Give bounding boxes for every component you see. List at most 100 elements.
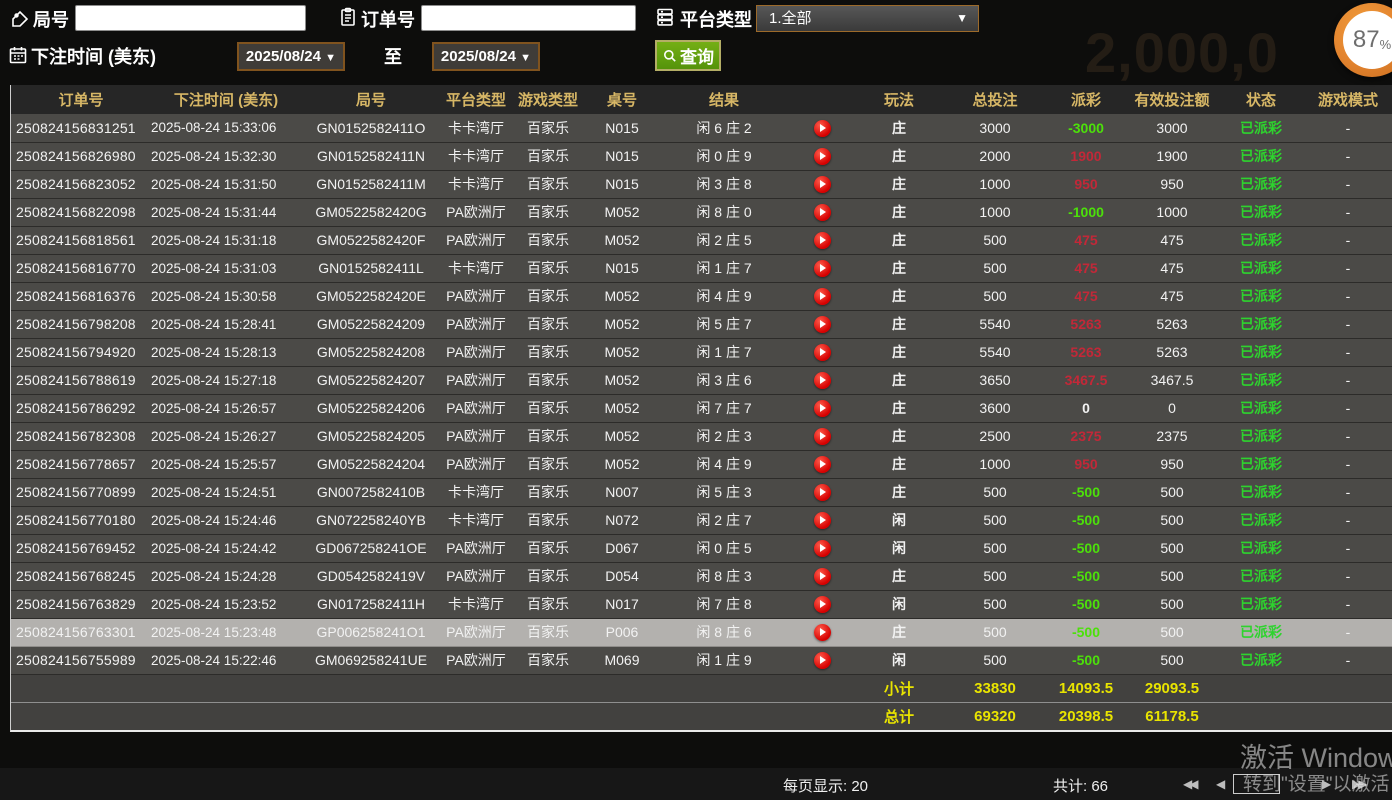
- table-row[interactable]: 250824156798208 2025-08-24 15:28:41 GM05…: [11, 310, 1392, 338]
- date-to-picker[interactable]: 2025/08/24: [432, 42, 540, 71]
- col-header-valid-bet: 有效投注额: [1125, 85, 1219, 114]
- replay-button[interactable]: [814, 232, 831, 249]
- play-icon: [820, 292, 826, 300]
- replay-button[interactable]: [814, 512, 831, 529]
- play-icon: [820, 516, 826, 524]
- play-icon: [820, 152, 826, 160]
- replay-button[interactable]: [814, 176, 831, 193]
- play-icon: [820, 656, 826, 664]
- col-header-table-no: 桌号: [585, 85, 659, 114]
- progress-badge-value: 87%: [1343, 11, 1392, 69]
- play-icon: [820, 376, 826, 384]
- replay-button[interactable]: [814, 624, 831, 641]
- play-icon: [820, 320, 826, 328]
- table-row[interactable]: 250824156782308 2025-08-24 15:26:27 GM05…: [11, 422, 1392, 450]
- table-row[interactable]: 250824156794920 2025-08-24 15:28:13 GM05…: [11, 338, 1392, 366]
- platform-type-label: 平台类型: [680, 6, 752, 32]
- col-header-order: 订单号: [11, 85, 151, 114]
- filter-bar: 局号 订单号 平台类型 1.全部 下注时间 (美东) 2025/08/24 至 …: [0, 0, 1392, 85]
- replay-button[interactable]: [814, 260, 831, 277]
- replay-button[interactable]: [814, 568, 831, 585]
- clipboard-icon: [338, 7, 358, 27]
- table-row[interactable]: 250824156778657 2025-08-24 15:25:57 GM05…: [11, 450, 1392, 478]
- replay-button[interactable]: [814, 204, 831, 221]
- grand-total-valid-bet: 61178.5: [1125, 702, 1219, 730]
- grand-total-payout: 20398.5: [1047, 702, 1125, 730]
- col-header-game-mode: 游戏模式: [1303, 85, 1392, 114]
- col-header-result: 结果: [659, 85, 789, 114]
- col-header-replay: [789, 85, 855, 114]
- replay-button[interactable]: [814, 288, 831, 305]
- replay-button[interactable]: [814, 456, 831, 473]
- prev-page-icon[interactable]: [1216, 777, 1225, 791]
- play-icon: [820, 488, 826, 496]
- platform-type-select[interactable]: 1.全部: [756, 5, 979, 32]
- play-icon: [820, 180, 826, 188]
- replay-button[interactable]: [814, 596, 831, 613]
- replay-button[interactable]: [814, 316, 831, 333]
- play-icon: [820, 208, 826, 216]
- round-label: 局号: [33, 6, 69, 32]
- table-row[interactable]: 250824156770180 2025-08-24 15:24:46 GN07…: [11, 506, 1392, 534]
- table-row[interactable]: 250824156822098 2025-08-24 15:31:44 GM05…: [11, 198, 1392, 226]
- table-row[interactable]: 250824156816770 2025-08-24 15:31:03 GN01…: [11, 254, 1392, 282]
- platform-type-value: 1.全部: [769, 10, 812, 27]
- first-page-icon[interactable]: [1183, 777, 1195, 791]
- table-row[interactable]: 250824156818561 2025-08-24 15:31:18 GM05…: [11, 226, 1392, 254]
- play-icon: [820, 460, 826, 468]
- table-row[interactable]: 250824156763829 2025-08-24 15:23:52 GN01…: [11, 590, 1392, 618]
- table-row[interactable]: 250824156763301 2025-08-24 15:23:48 GP00…: [11, 618, 1392, 646]
- col-header-total-bet: 总投注: [943, 85, 1047, 114]
- replay-button[interactable]: [814, 484, 831, 501]
- grand-total-row: 总计 69320 20398.5 61178.5: [11, 702, 1392, 730]
- col-header-bet-type: 玩法: [855, 85, 943, 114]
- table-header-row: 订单号 下注时间 (美东) 局号 平台类型 游戏类型 桌号 结果 玩法 总投注 …: [11, 85, 1392, 114]
- table-row[interactable]: 250824156823052 2025-08-24 15:31:50 GN01…: [11, 170, 1392, 198]
- replay-button[interactable]: [814, 148, 831, 165]
- subtotal-label: 小计: [855, 674, 943, 702]
- table-row[interactable]: 250824156788619 2025-08-24 15:27:18 GM05…: [11, 366, 1392, 394]
- order-input[interactable]: [421, 5, 636, 31]
- pagination-bar: Dale 每页显示: 20 共计: 66: [0, 768, 1392, 800]
- play-icon: [820, 432, 826, 440]
- table-row[interactable]: 250824156770899 2025-08-24 15:24:51 GN00…: [11, 478, 1392, 506]
- table-row[interactable]: 250824156831251 2025-08-24 15:33:06 GN01…: [11, 114, 1392, 142]
- replay-button[interactable]: [814, 652, 831, 669]
- records-table: 订单号 下注时间 (美东) 局号 平台类型 游戏类型 桌号 结果 玩法 总投注 …: [10, 85, 1392, 732]
- grand-total-label: 总计: [855, 702, 943, 730]
- tag-icon: [10, 9, 30, 29]
- query-button[interactable]: 查询: [655, 40, 721, 71]
- replay-button[interactable]: [814, 540, 831, 557]
- table-row[interactable]: 250824156826980 2025-08-24 15:32:30 GN01…: [11, 142, 1392, 170]
- round-input[interactable]: [75, 5, 306, 31]
- play-icon: [820, 348, 826, 356]
- table-summary: 小计 33830 14093.5 29093.5 总计 69320 20398.…: [11, 674, 1392, 730]
- table-row[interactable]: 250824156755989 2025-08-24 15:22:46 GM06…: [11, 646, 1392, 674]
- to-label: 至: [384, 43, 402, 69]
- last-page-icon[interactable]: [1352, 777, 1364, 791]
- next-page-icon[interactable]: [1322, 777, 1331, 791]
- subtotal-total-bet: 33830: [943, 674, 1047, 702]
- date-from-picker[interactable]: 2025/08/24: [237, 42, 345, 71]
- table-row[interactable]: 250824156769452 2025-08-24 15:24:42 GD06…: [11, 534, 1392, 562]
- betting-records-page: 2,000,0 局号 订单号 平台类型 1.全部 下注时间 (美东) 2025/…: [0, 0, 1392, 800]
- subtotal-payout: 14093.5: [1047, 674, 1125, 702]
- goto-page-input[interactable]: [1233, 774, 1280, 794]
- table-row[interactable]: 250824156768245 2025-08-24 15:24:28 GD05…: [11, 562, 1392, 590]
- total-count-label: 共计: 66: [1053, 775, 1108, 796]
- search-icon: [662, 48, 678, 64]
- calendar-icon: [8, 45, 28, 65]
- replay-button[interactable]: [814, 372, 831, 389]
- table-row[interactable]: 250824156816376 2025-08-24 15:30:58 GM05…: [11, 282, 1392, 310]
- per-page-label: 每页显示: 20: [783, 775, 868, 796]
- replay-button[interactable]: [814, 120, 831, 137]
- col-header-platform: 平台类型: [441, 85, 511, 114]
- play-icon: [820, 264, 826, 272]
- col-header-round: 局号: [301, 85, 441, 114]
- replay-button[interactable]: [814, 400, 831, 417]
- replay-button[interactable]: [814, 344, 831, 361]
- play-icon: [820, 600, 826, 608]
- replay-button[interactable]: [814, 428, 831, 445]
- table-row[interactable]: 250824156786292 2025-08-24 15:26:57 GM05…: [11, 394, 1392, 422]
- play-icon: [820, 572, 826, 580]
